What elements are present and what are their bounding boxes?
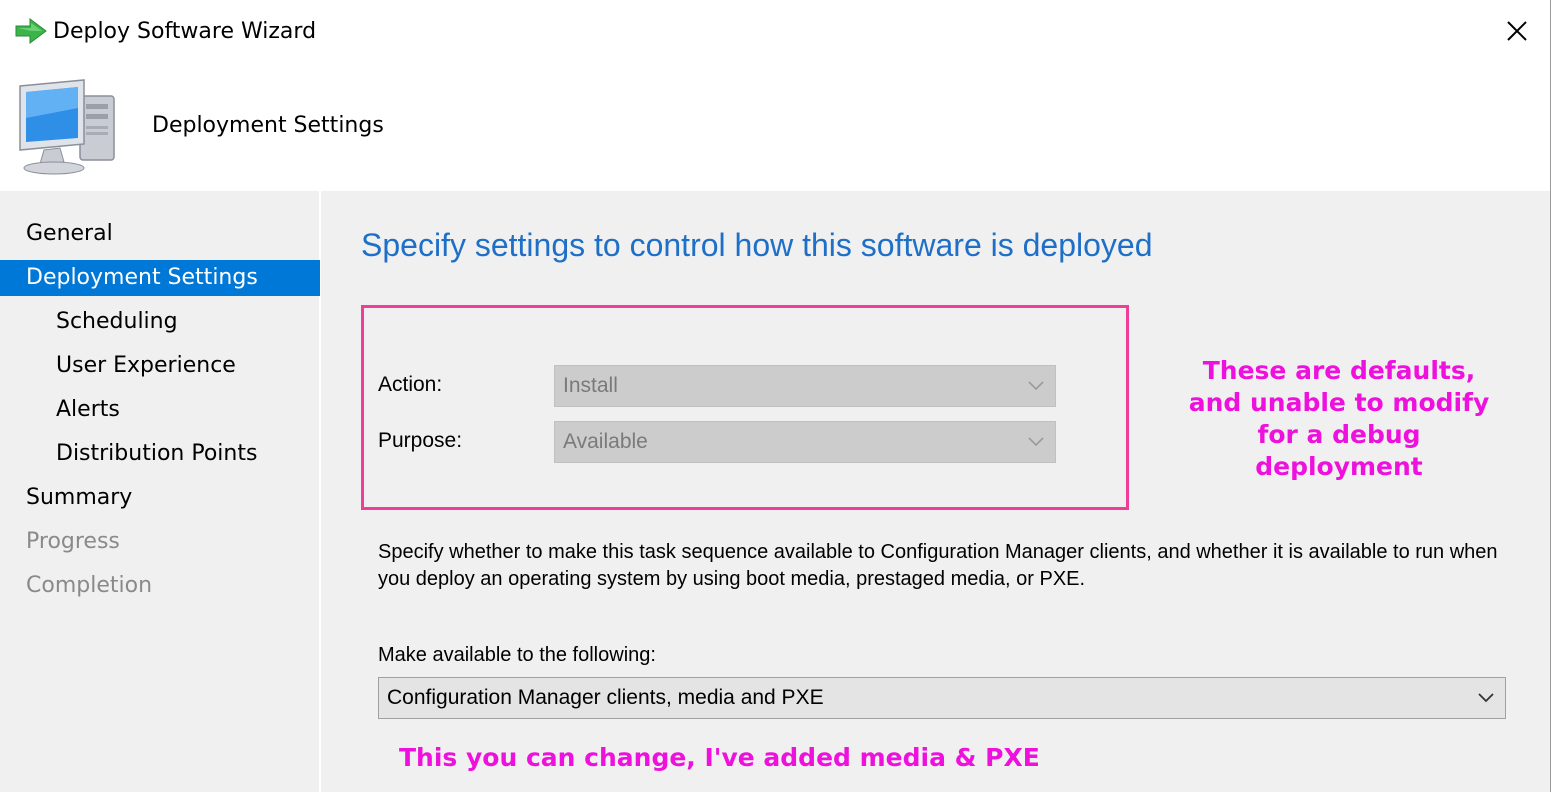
nav-item-distribution-points[interactable]: Distribution Points — [0, 436, 320, 472]
availability-dropdown[interactable]: Configuration Manager clients, media and… — [378, 677, 1506, 719]
action-value: Install — [563, 374, 618, 397]
nav-item-deployment-settings[interactable]: Deployment Settings — [0, 260, 320, 296]
computer-icon — [19, 79, 115, 175]
green-arrow-icon — [15, 18, 47, 44]
chevron-down-icon — [1028, 437, 1044, 447]
window-title: Deploy Software Wizard — [53, 19, 317, 44]
purpose-label: Purpose: — [378, 429, 463, 452]
availability-label: Make available to the following: — [378, 644, 656, 666]
chevron-down-icon — [1028, 381, 1044, 391]
nav-item-general[interactable]: General — [0, 216, 320, 252]
availability-value: Configuration Manager clients, media and… — [387, 686, 824, 709]
action-dropdown: Install — [554, 365, 1056, 407]
availability-description: Specify whether to make this task sequen… — [378, 541, 1498, 590]
chevron-down-icon — [1478, 693, 1494, 703]
wizard-steps-nav: General Deployment Settings Scheduling U… — [0, 191, 321, 792]
page-header: Deployment Settings — [0, 64, 1550, 191]
wizard-window: Deploy Software Wizard Deployment Settin… — [0, 0, 1551, 792]
close-icon[interactable] — [1488, 6, 1544, 56]
nav-item-summary[interactable]: Summary — [0, 480, 320, 516]
purpose-dropdown: Available — [554, 421, 1056, 463]
action-label: Action: — [378, 373, 443, 396]
nav-item-alerts[interactable]: Alerts — [0, 392, 320, 428]
nav-item-scheduling[interactable]: Scheduling — [0, 304, 320, 340]
purpose-value: Available — [563, 430, 648, 453]
nav-item-user-experience[interactable]: User Experience — [0, 348, 320, 384]
title-bar: Deploy Software Wizard — [0, 0, 1550, 64]
annotation-highlight-box — [361, 305, 1129, 510]
nav-item-progress: Progress — [26, 529, 120, 554]
nav-item-completion: Completion — [26, 573, 153, 598]
section-heading: Specify settings to control how this sof… — [361, 227, 1153, 263]
main-panel: Specify settings to control how this sof… — [323, 191, 1550, 792]
annotation-change-note: This you can change, I've added media & … — [399, 743, 1040, 772]
page-title: Deployment Settings — [152, 113, 384, 138]
annotation-defaults-note: These are defaults, and unable to modify… — [1188, 356, 1490, 481]
